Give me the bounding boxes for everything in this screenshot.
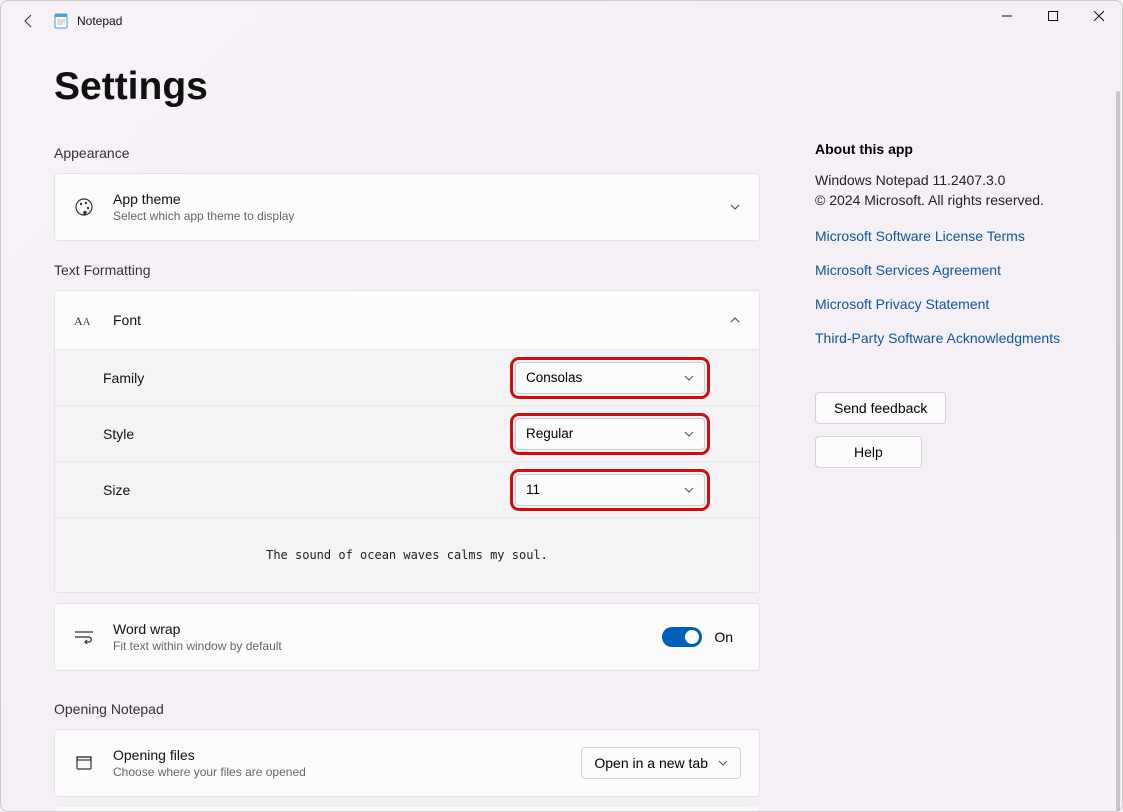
back-button[interactable] <box>9 1 49 41</box>
link-services[interactable]: Microsoft Services Agreement <box>815 262 1115 278</box>
vertical-scrollbar[interactable] <box>1116 91 1120 811</box>
chevron-down-icon <box>729 201 741 213</box>
app-theme-title: App theme <box>113 191 719 207</box>
font-family-value: Consolas <box>526 370 684 385</box>
word-wrap-toggle[interactable] <box>662 627 702 647</box>
font-preview: The sound of ocean waves calms my soul. <box>54 517 760 593</box>
notepad-app-icon <box>53 13 69 29</box>
minimize-button[interactable] <box>984 1 1030 31</box>
chevron-down-icon <box>718 758 728 768</box>
maximize-button[interactable] <box>1030 1 1076 31</box>
about-product: Windows Notepad 11.2407.3.0 <box>815 171 1115 191</box>
font-title: Font <box>113 312 719 328</box>
chevron-down-icon <box>684 373 694 383</box>
window-controls <box>984 1 1122 31</box>
font-size-dropdown[interactable]: 11 <box>515 474 705 506</box>
help-button[interactable]: Help <box>815 436 922 468</box>
open-file-icon <box>73 752 95 774</box>
font-style-label: Style <box>103 426 515 442</box>
svg-text:A: A <box>74 314 83 328</box>
about-title: About this app <box>815 141 1115 157</box>
opening-files-value: Open in a new tab <box>594 755 708 771</box>
chevron-up-icon <box>729 314 741 326</box>
font-card: AA Font Family Consolas <box>54 290 760 593</box>
font-family-dropdown[interactable]: Consolas <box>515 362 705 394</box>
font-size-row: Size 11 <box>54 461 760 517</box>
title-bar: Notepad <box>1 1 1122 41</box>
send-feedback-button[interactable]: Send feedback <box>815 392 946 424</box>
word-wrap-title: Word wrap <box>113 621 662 637</box>
chevron-down-icon <box>684 485 694 495</box>
partial-card <box>54 807 760 811</box>
font-family-label: Family <box>103 370 515 386</box>
page-title: Settings <box>54 65 760 109</box>
font-size-label: Size <box>103 482 515 498</box>
section-label-appearance: Appearance <box>54 145 760 161</box>
link-third-party[interactable]: Third-Party Software Acknowledgments <box>815 330 1115 346</box>
font-style-row: Style Regular <box>54 405 760 461</box>
section-label-opening: Opening Notepad <box>54 701 760 717</box>
chevron-down-icon <box>684 429 694 439</box>
link-license[interactable]: Microsoft Software License Terms <box>815 228 1115 244</box>
app-title: Notepad <box>77 14 122 28</box>
section-label-text-formatting: Text Formatting <box>54 262 760 278</box>
opening-files-subtitle: Choose where your files are opened <box>113 765 581 779</box>
word-wrap-card: Word wrap Fit text within window by defa… <box>54 603 760 671</box>
font-header[interactable]: AA Font <box>54 290 760 349</box>
svg-text:A: A <box>83 317 91 328</box>
about-copyright: © 2024 Microsoft. All rights reserved. <box>815 191 1115 211</box>
opening-files-dropdown[interactable]: Open in a new tab <box>581 747 741 779</box>
word-wrap-subtitle: Fit text within window by default <box>113 639 662 653</box>
font-size-value: 11 <box>526 482 684 497</box>
opening-files-card: Opening files Choose where your files ar… <box>54 729 760 797</box>
app-theme-card[interactable]: App theme Select which app theme to disp… <box>54 173 760 241</box>
close-button[interactable] <box>1076 1 1122 31</box>
app-theme-subtitle: Select which app theme to display <box>113 209 719 223</box>
font-style-dropdown[interactable]: Regular <box>515 418 705 450</box>
palette-icon <box>73 196 95 218</box>
opening-files-title: Opening files <box>113 747 581 763</box>
font-family-row: Family Consolas <box>54 349 760 405</box>
font-icon: AA <box>73 309 95 331</box>
font-style-value: Regular <box>526 426 684 441</box>
link-privacy[interactable]: Microsoft Privacy Statement <box>815 296 1115 312</box>
word-wrap-state: On <box>714 629 733 645</box>
word-wrap-icon <box>73 626 95 648</box>
